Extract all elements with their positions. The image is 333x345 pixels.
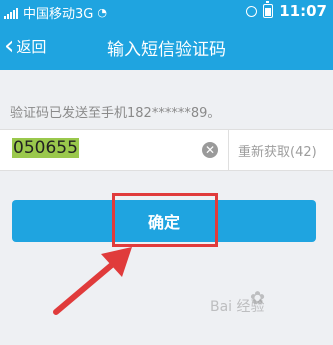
annotation-arrow-icon xyxy=(53,247,132,315)
paw-icon: ✿ xyxy=(250,288,266,309)
baidu-watermark-logo: Bai 经验 ✿ xyxy=(210,288,265,316)
